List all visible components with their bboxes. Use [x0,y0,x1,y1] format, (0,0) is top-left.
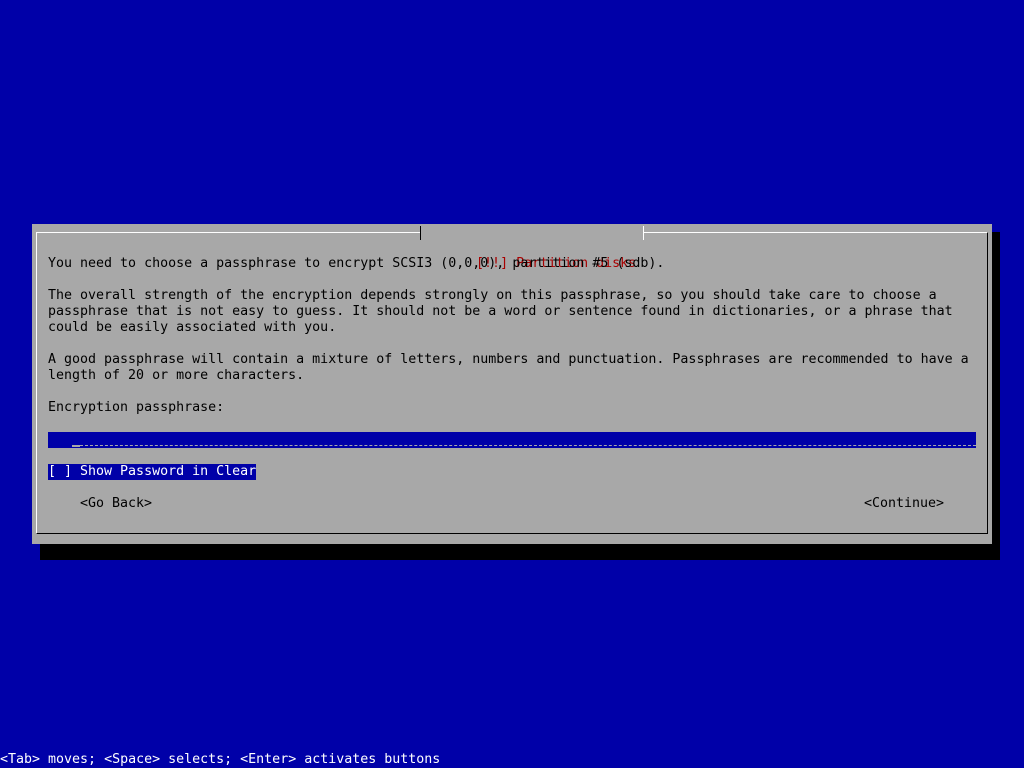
help-line: <Tab> moves; <Space> selects; <Enter> ac… [0,752,441,767]
strength-line-3: could be easily associated with you. [48,320,337,335]
continue-button[interactable]: <Continue> [864,496,944,512]
strength-line-2: passphrase that is not easy to guess. It… [48,304,953,319]
intro-text: You need to choose a passphrase to encry… [48,256,665,271]
passphrase-input[interactable]: *** [48,432,976,448]
go-back-button[interactable]: <Go Back> [80,496,152,512]
dialog-title: [!!] Partition disks [420,224,645,271]
show-password-checkbox[interactable]: [ ] Show Password in Clear [48,464,257,480]
input-underline [80,445,976,446]
advice-line-1: A good passphrase will contain a mixture… [48,352,969,367]
partition-dialog: [!!] Partition disks You need to choose … [32,224,992,544]
text-cursor [72,445,80,447]
advice-line-2: length of 20 or more characters. [48,368,305,383]
installer-screen: [!!] Partition disks You need to choose … [0,0,1024,768]
title-right-edge [643,226,645,240]
passphrase-label: Encryption passphrase: [48,400,225,415]
strength-line-1: The overall strength of the encryption d… [48,288,937,303]
title-left-edge [420,226,421,240]
